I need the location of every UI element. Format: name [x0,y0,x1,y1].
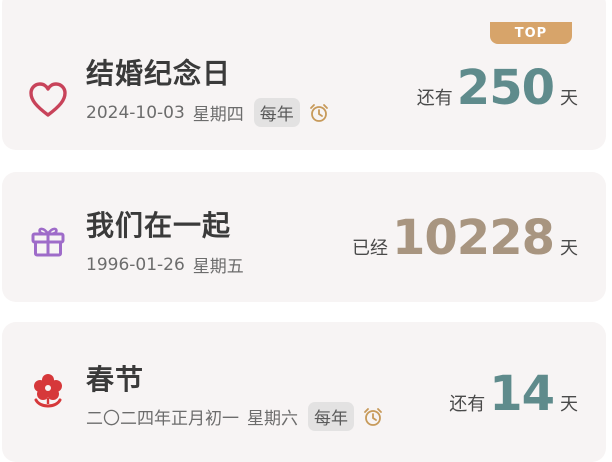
days-counter: 还有 14 天 [449,366,578,422]
event-date: 2024-10-03 [86,102,185,123]
count-unit: 天 [560,88,578,109]
count-unit: 天 [560,394,578,415]
repeat-badge: 每年 [308,402,354,431]
event-date: 1996-01-26 [86,254,185,275]
event-meta: 2024-10-03 星期四 每年 [86,98,330,127]
event-card-spring-festival[interactable]: 春节 二〇二四年正月初一 星期六 每年 还有 14 天 [2,322,606,462]
repeat-badge: 每年 [253,98,300,127]
top-badge: TOP [490,22,572,44]
event-weekday: 星期五 [192,257,244,277]
count-prefix: 已经 [352,238,388,259]
event-weekday: 星期四 [192,105,244,125]
count-prefix: 还有 [449,394,486,415]
days-counter: 已经 10228 天 [352,210,578,266]
days-count: 10228 [392,210,555,266]
event-title: 结婚纪念日 [86,57,232,90]
event-meta: 二〇二四年正月初一 星期六 每年 [86,402,384,431]
heart-icon [26,78,70,122]
count-prefix: 还有 [416,88,453,109]
days-counter: 还有 250 天 [417,60,578,116]
gift-icon [26,218,70,262]
event-card-together[interactable]: 我们在一起 1996-01-26 星期五 已经 10228 天 [2,172,606,302]
days-count: 14 [489,366,555,422]
alarm-clock-icon [308,102,330,124]
event-title: 春节 [86,363,145,396]
event-weekday: 星期六 [247,409,298,429]
event-meta: 1996-01-26 星期五 [86,252,244,278]
count-unit: 天 [560,238,578,259]
alarm-clock-icon [362,406,384,428]
event-date: 二〇二四年正月初一 [86,409,239,429]
days-count: 250 [456,60,555,116]
flower-icon [26,368,70,412]
event-title: 我们在一起 [86,209,232,242]
